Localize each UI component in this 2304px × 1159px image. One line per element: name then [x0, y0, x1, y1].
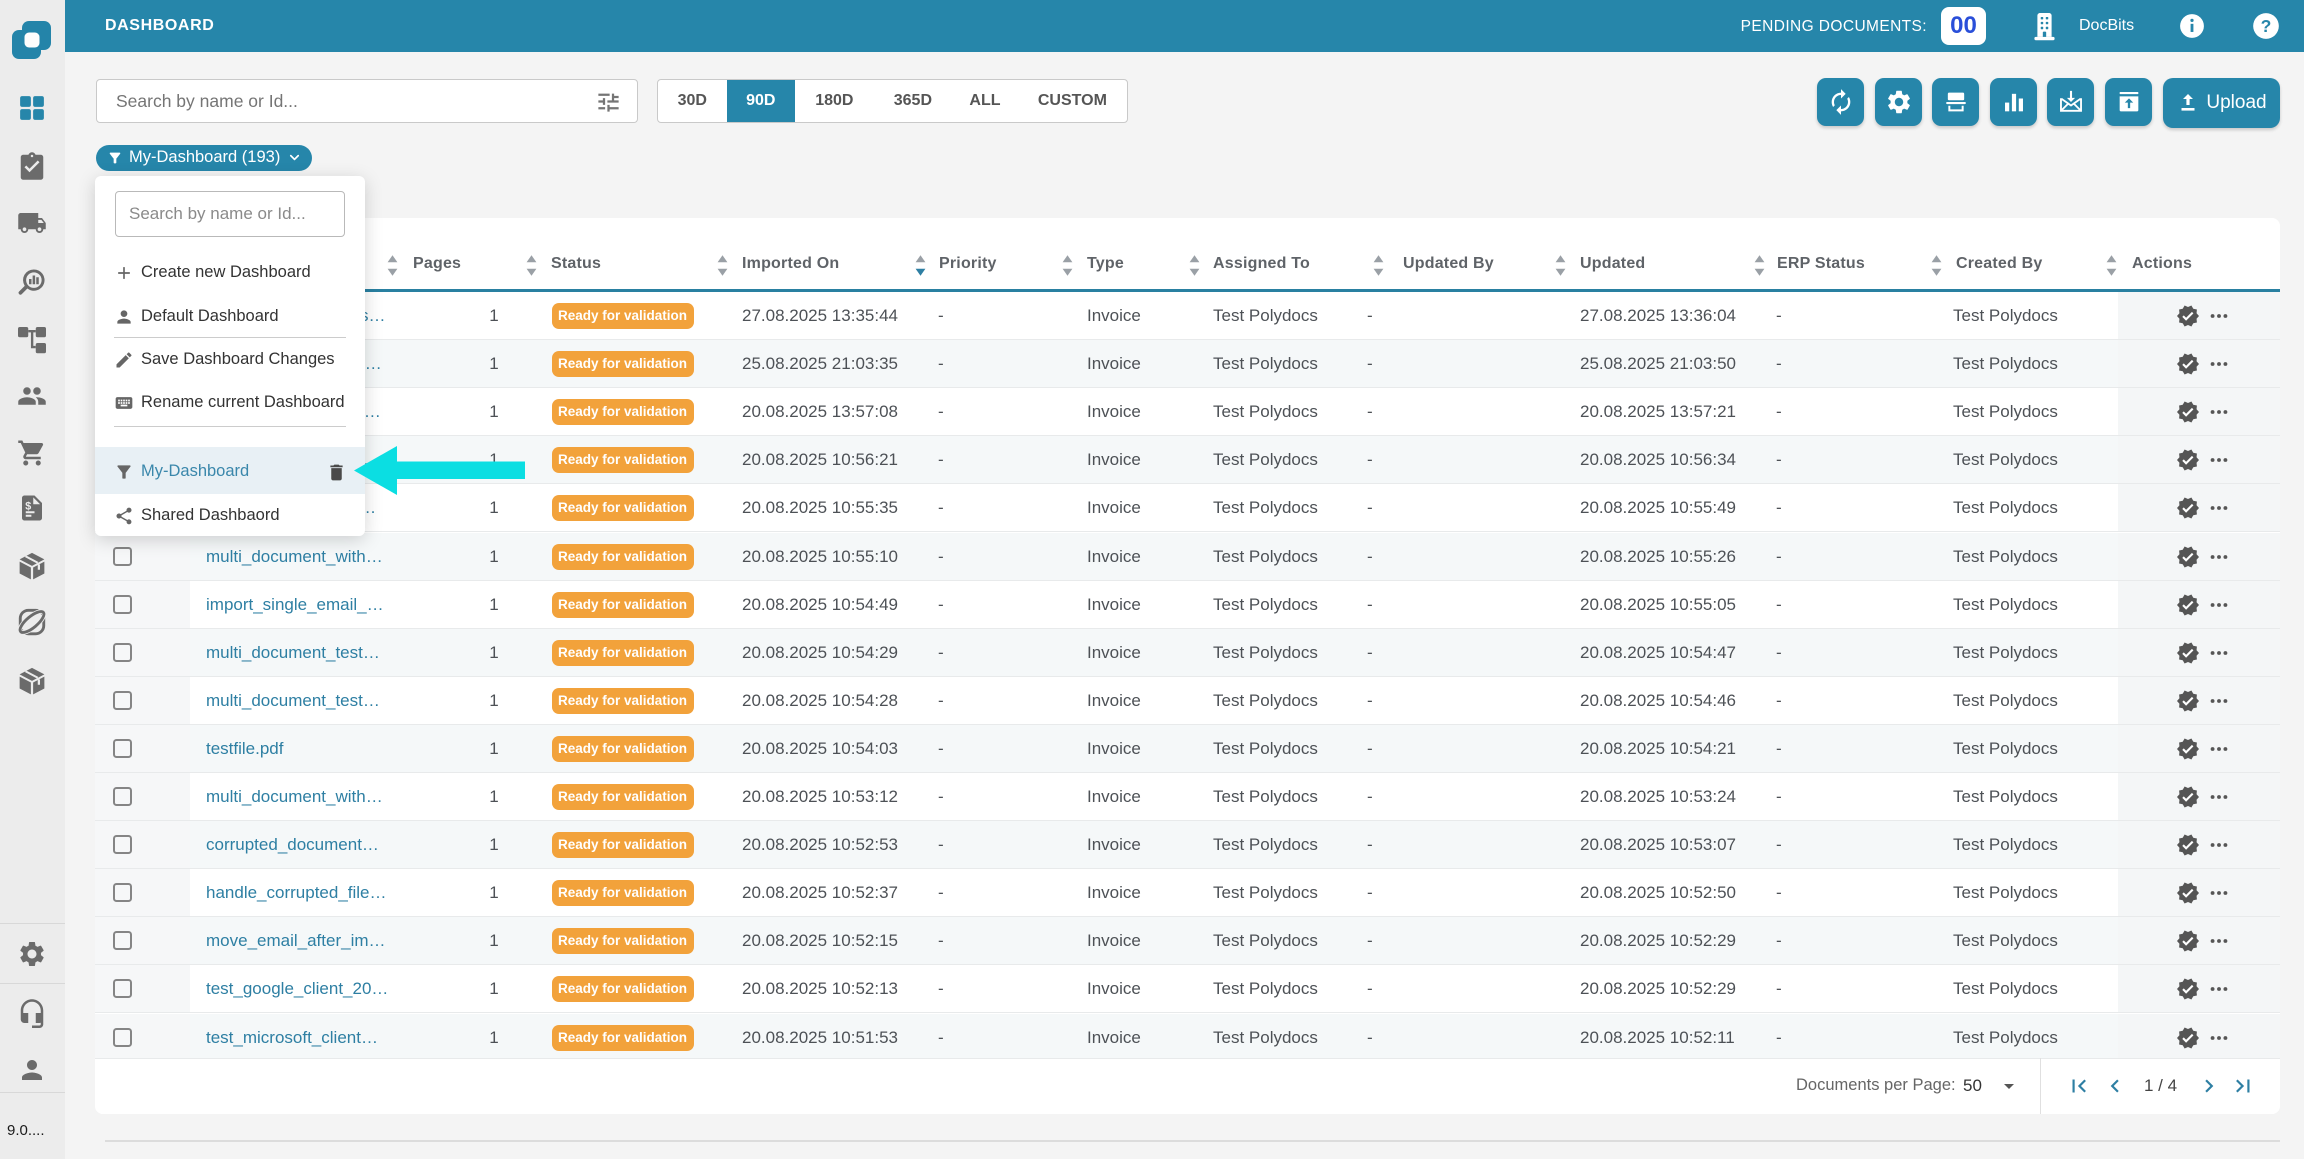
svg-text:?: ? — [2261, 16, 2272, 36]
svg-text:$: $ — [25, 501, 31, 513]
